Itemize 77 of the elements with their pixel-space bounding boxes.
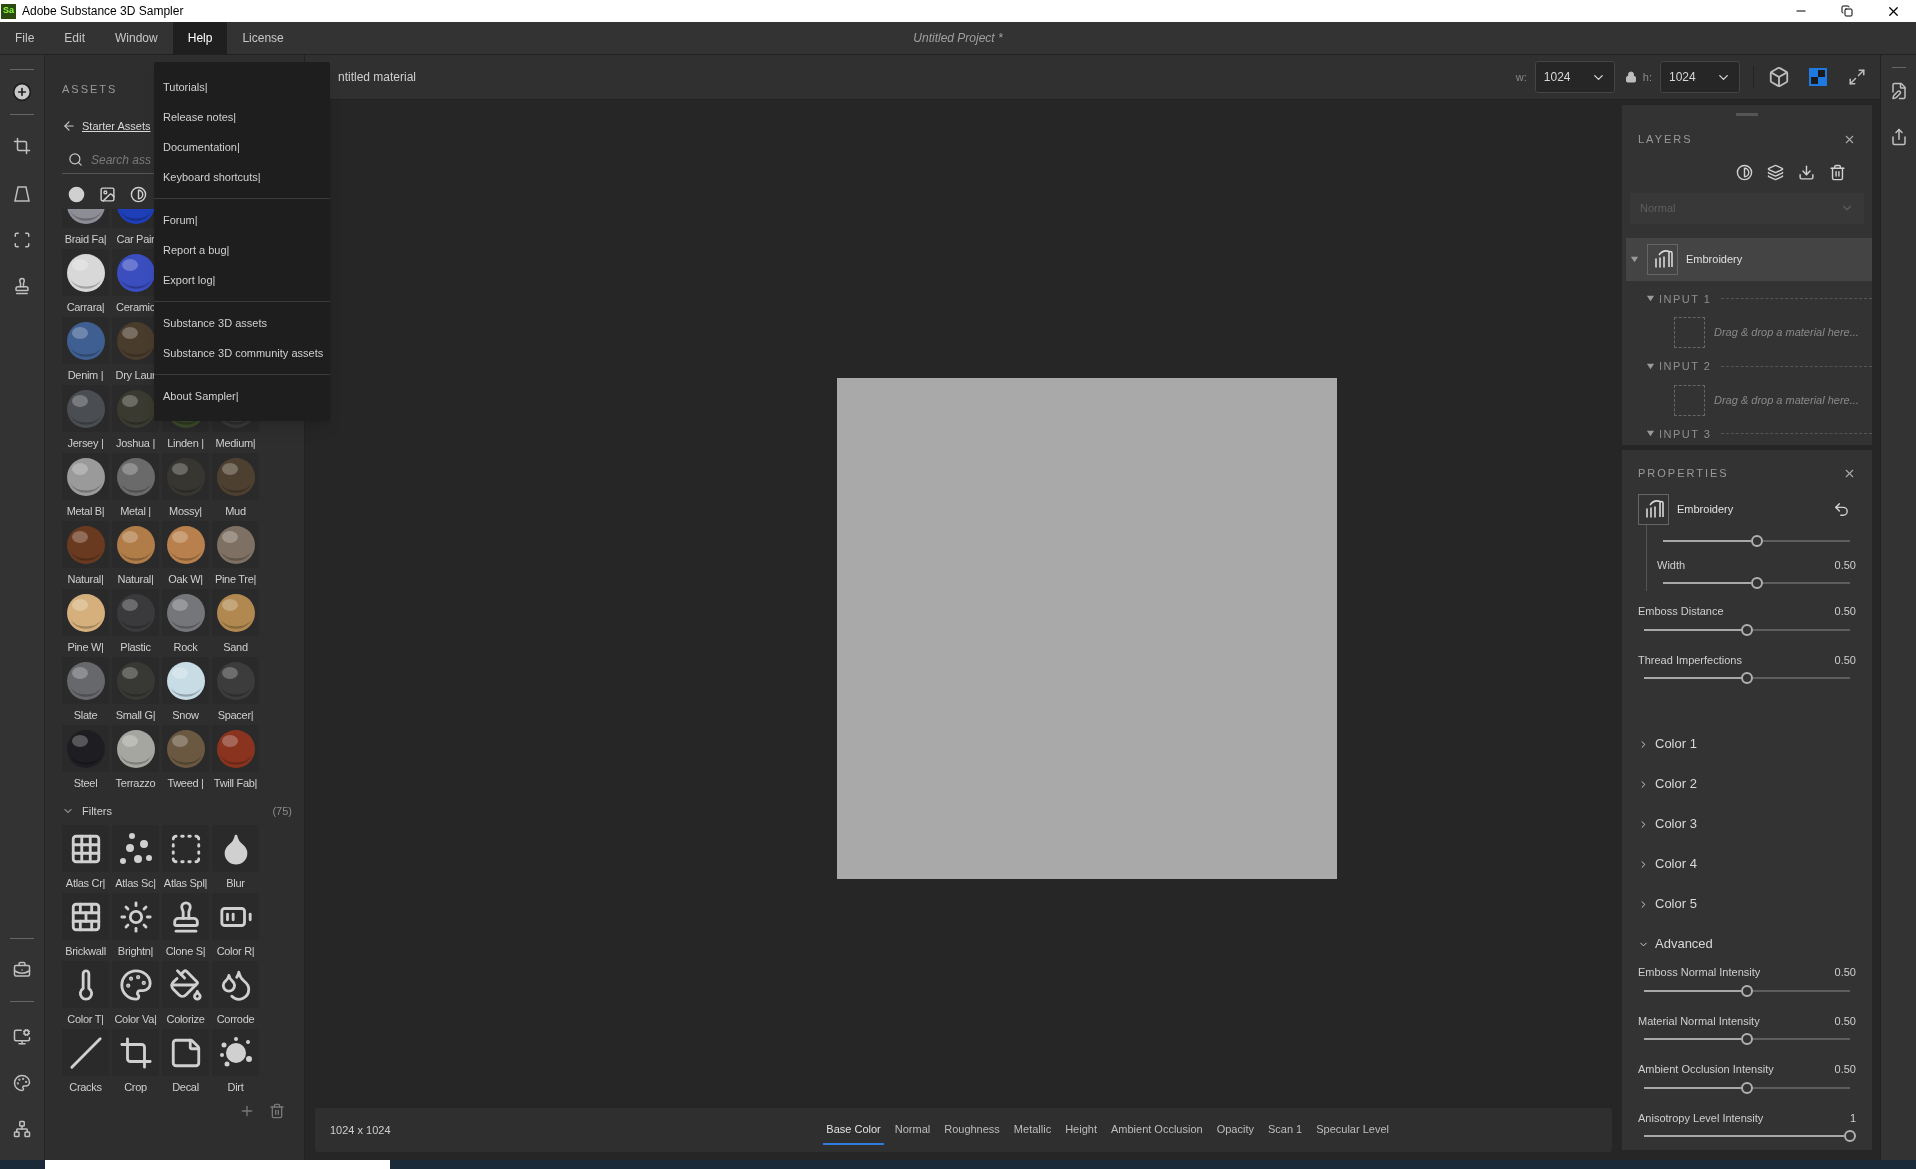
material-label: Pine Tre| [214,572,257,587]
material-label: Small G| [115,708,156,723]
drop-hint: Drag & drop a material here... [1714,392,1859,408]
material-label: Terrazzo [115,776,156,791]
material-label: Snow [172,708,199,723]
filter-label: Cracks [69,1080,102,1095]
slider-value: 0.50 [1834,652,1856,668]
material-label: Joshua | [116,436,155,451]
material-label: Jersey | [67,436,104,451]
filter-label: Atlas Cr| [65,876,106,891]
height-label: h: [1642,69,1652,85]
app-badge: Sa [1,3,16,19]
slider-value: 0.50 [1834,965,1856,980]
slider-value: 0.50 [1834,604,1856,619]
filter-label: Atlas Sc| [115,876,156,891]
slider-label: Ambient Occlusion Intensity [1638,1062,1774,1077]
slider-label: Emboss Normal Intensity [1638,965,1761,980]
material-label: Dry Laur [115,368,156,383]
window-title: Adobe Substance 3D Sampler [22,3,184,20]
material-label: Rock [173,640,198,655]
material-label: Denim | [67,368,104,383]
slider-label: Emboss Distance [1638,604,1724,619]
material-label: Ceramic [116,300,155,315]
layer-name: Embroidery [1686,251,1743,267]
material-label: Twill Fab| [213,776,258,791]
material-label: Carrara| [66,300,105,315]
material-label: Pine W| [67,640,104,655]
filter-label: Clone S| [165,944,206,959]
filter-label: Crop [124,1080,147,1095]
filter-label: Color Va| [114,1012,157,1027]
slider-label: Anisotropy Level Intensity [1638,1110,1764,1126]
filter-label: Color R| [216,944,255,959]
slider-value: 1 [1849,1110,1856,1126]
slider-value: 0.50 [1834,1013,1856,1029]
filter-label: Color T| [67,1012,104,1027]
panel-title: ASSETS [62,82,118,97]
filter-label: Corrode [216,1012,255,1027]
material-label: Plastic [120,640,151,655]
filter-label: Colorize [166,1012,205,1027]
input-label: INPUT 2 [1659,359,1712,374]
material-label: Braid Fa| [64,232,107,247]
material-label: Metal B| [66,504,105,519]
material-label: Mossy| [169,504,202,519]
material-label: Slate [73,708,98,723]
material-label: Spacer| [217,708,254,723]
material-label: Linden | [167,436,204,451]
material-label: Metal | [120,504,151,519]
material-label: Tweed | [167,776,204,791]
material-label: Natural| [117,572,154,587]
node-name: Embroidery [1677,501,1734,517]
panel-title: LAYERS [1638,132,1693,147]
slider-value: 0.50 [1834,1062,1856,1077]
material-label: Oak W| [168,572,203,587]
width-label: w: [1515,69,1527,85]
material-label: Sand [223,640,248,655]
filter-count: (75) [272,803,292,819]
slider-label: Thread Imperfections [1638,652,1742,668]
resolution-label: 1024 x 1024 [330,1122,391,1138]
filter-label: Brightn| [117,944,154,959]
material-label: Car Pair [116,232,155,247]
slider-label: Width [1657,557,1686,573]
drop-hint: Drag & drop a material here... [1714,325,1859,341]
slider-label: Material Normal Intensity [1638,1013,1760,1029]
panel-title: PROPERTIES [1638,466,1729,481]
filter-label: Brickwall [65,944,106,959]
material-label: Natural| [67,572,104,587]
project-title: Untitled Project * [913,30,1003,47]
input-label: INPUT 3 [1659,426,1712,442]
material-label: Steel [73,776,98,791]
material-label: Medium| [215,436,256,451]
filter-label: Blur [226,876,245,891]
input-label: INPUT 1 [1659,291,1712,307]
slider-value: 0.50 [1834,557,1856,573]
filter-label: Dirt [227,1080,244,1095]
filter-label: Atlas Spl| [163,876,208,891]
filter-label: Decal [172,1080,199,1095]
material-label: Mud [225,504,246,519]
